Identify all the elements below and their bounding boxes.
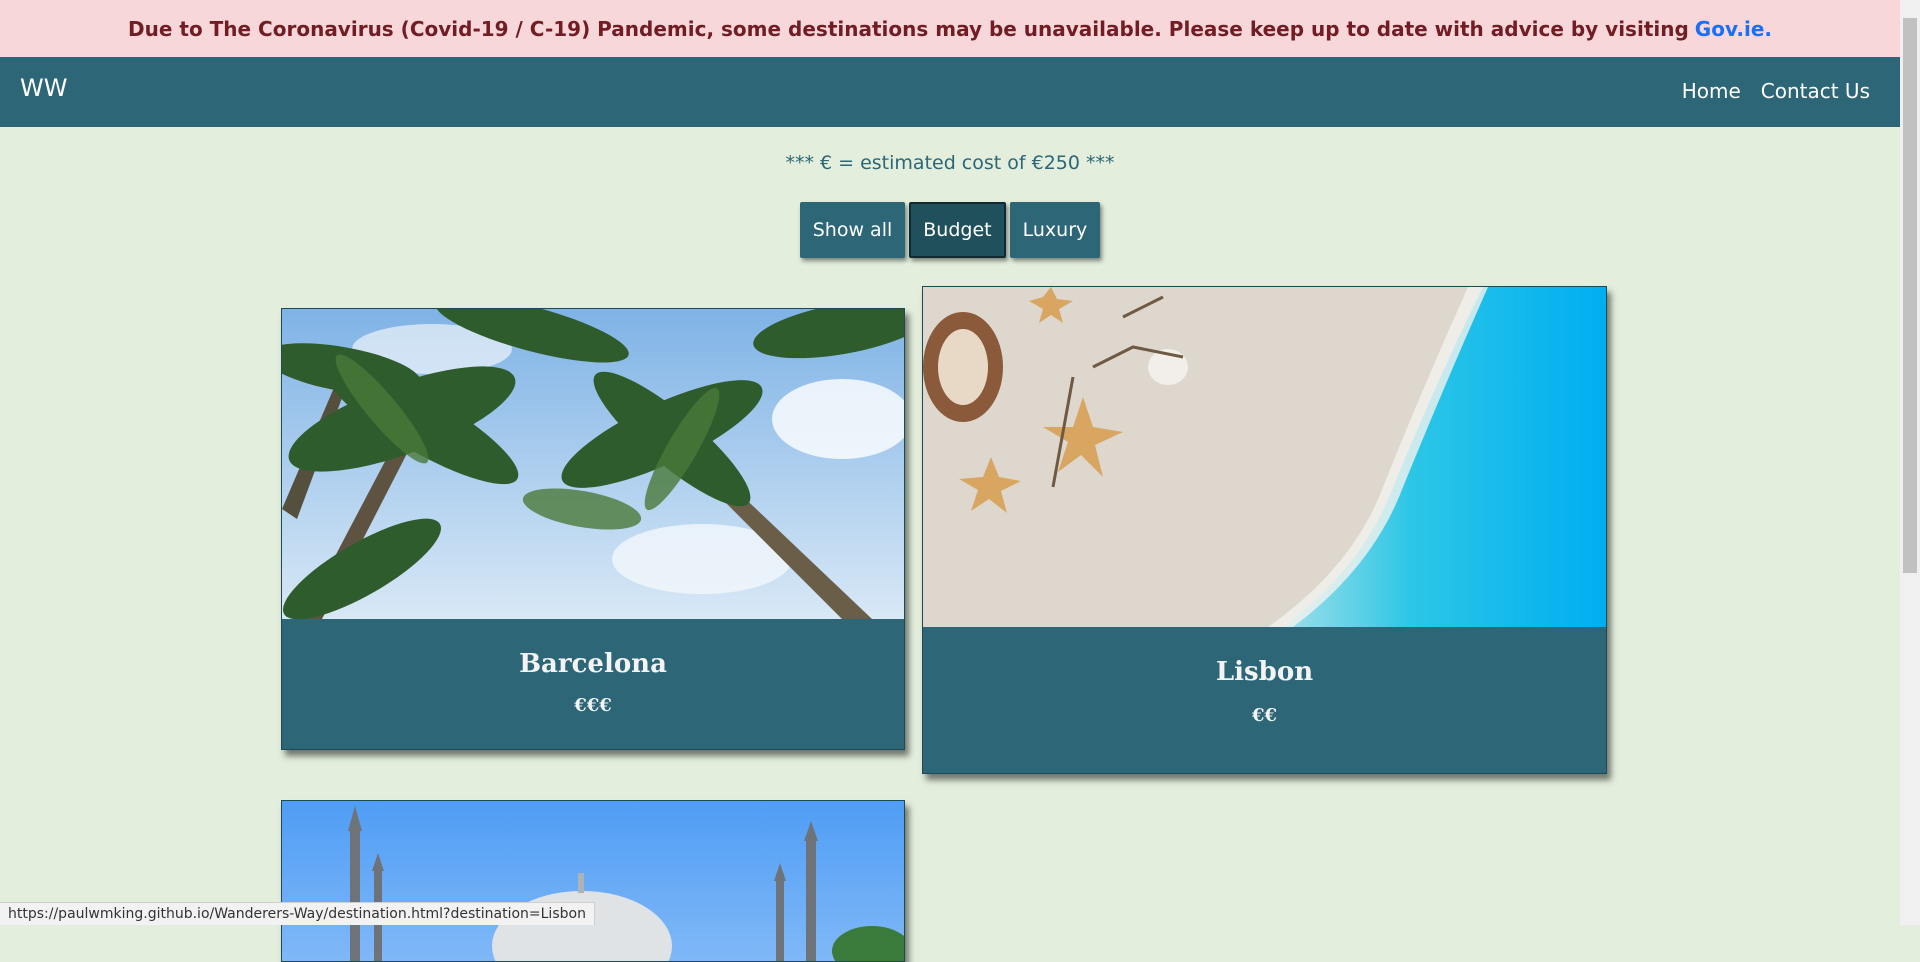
destination-card-barcelona[interactable]: Barcelona €€€: [281, 308, 905, 750]
beach-image: [923, 287, 1606, 627]
palm-trees-image: [282, 309, 904, 619]
card-title: Barcelona: [519, 649, 667, 679]
scroll-thumb[interactable]: [1903, 18, 1917, 573]
card-title: Lisbon: [1215, 657, 1314, 687]
nav-home-link[interactable]: Home: [1682, 79, 1741, 103]
navbar: WW Home Contact Us: [0, 57, 1900, 127]
card-body: Lisbon €€: [923, 627, 1606, 773]
destination-card-lisbon[interactable]: Lisbon €€: [922, 286, 1607, 774]
nav-links: Home Contact Us: [1682, 79, 1870, 103]
covid-alert-banner: Due to The Coronavirus (Covid-19 / C-19)…: [0, 0, 1900, 58]
gov-ie-link[interactable]: Gov.ie.: [1695, 17, 1772, 41]
nav-contact-link[interactable]: Contact Us: [1761, 79, 1870, 103]
luxury-button[interactable]: Luxury: [1009, 202, 1101, 258]
status-bar-url: https://paulwmking.github.io/Wanderers-W…: [0, 902, 595, 925]
card-price: €€: [1251, 705, 1278, 726]
show-all-button[interactable]: Show all: [799, 202, 906, 258]
alert-message: Due to The Coronavirus (Covid-19 / C-19)…: [128, 16, 1689, 41]
cost-note: *** € = estimated cost of €250 ***: [785, 152, 1115, 174]
card-price: €€€: [574, 695, 612, 716]
mosque-image: [282, 801, 904, 961]
destination-card-mosque[interactable]: [281, 800, 905, 962]
filter-buttons: Show all Budget Luxury: [0, 202, 1900, 258]
budget-button[interactable]: Budget: [909, 202, 1006, 258]
page-scrollbar[interactable]: [1900, 0, 1920, 925]
card-body: Barcelona €€€: [282, 619, 904, 749]
brand-logo[interactable]: WW: [20, 74, 67, 102]
